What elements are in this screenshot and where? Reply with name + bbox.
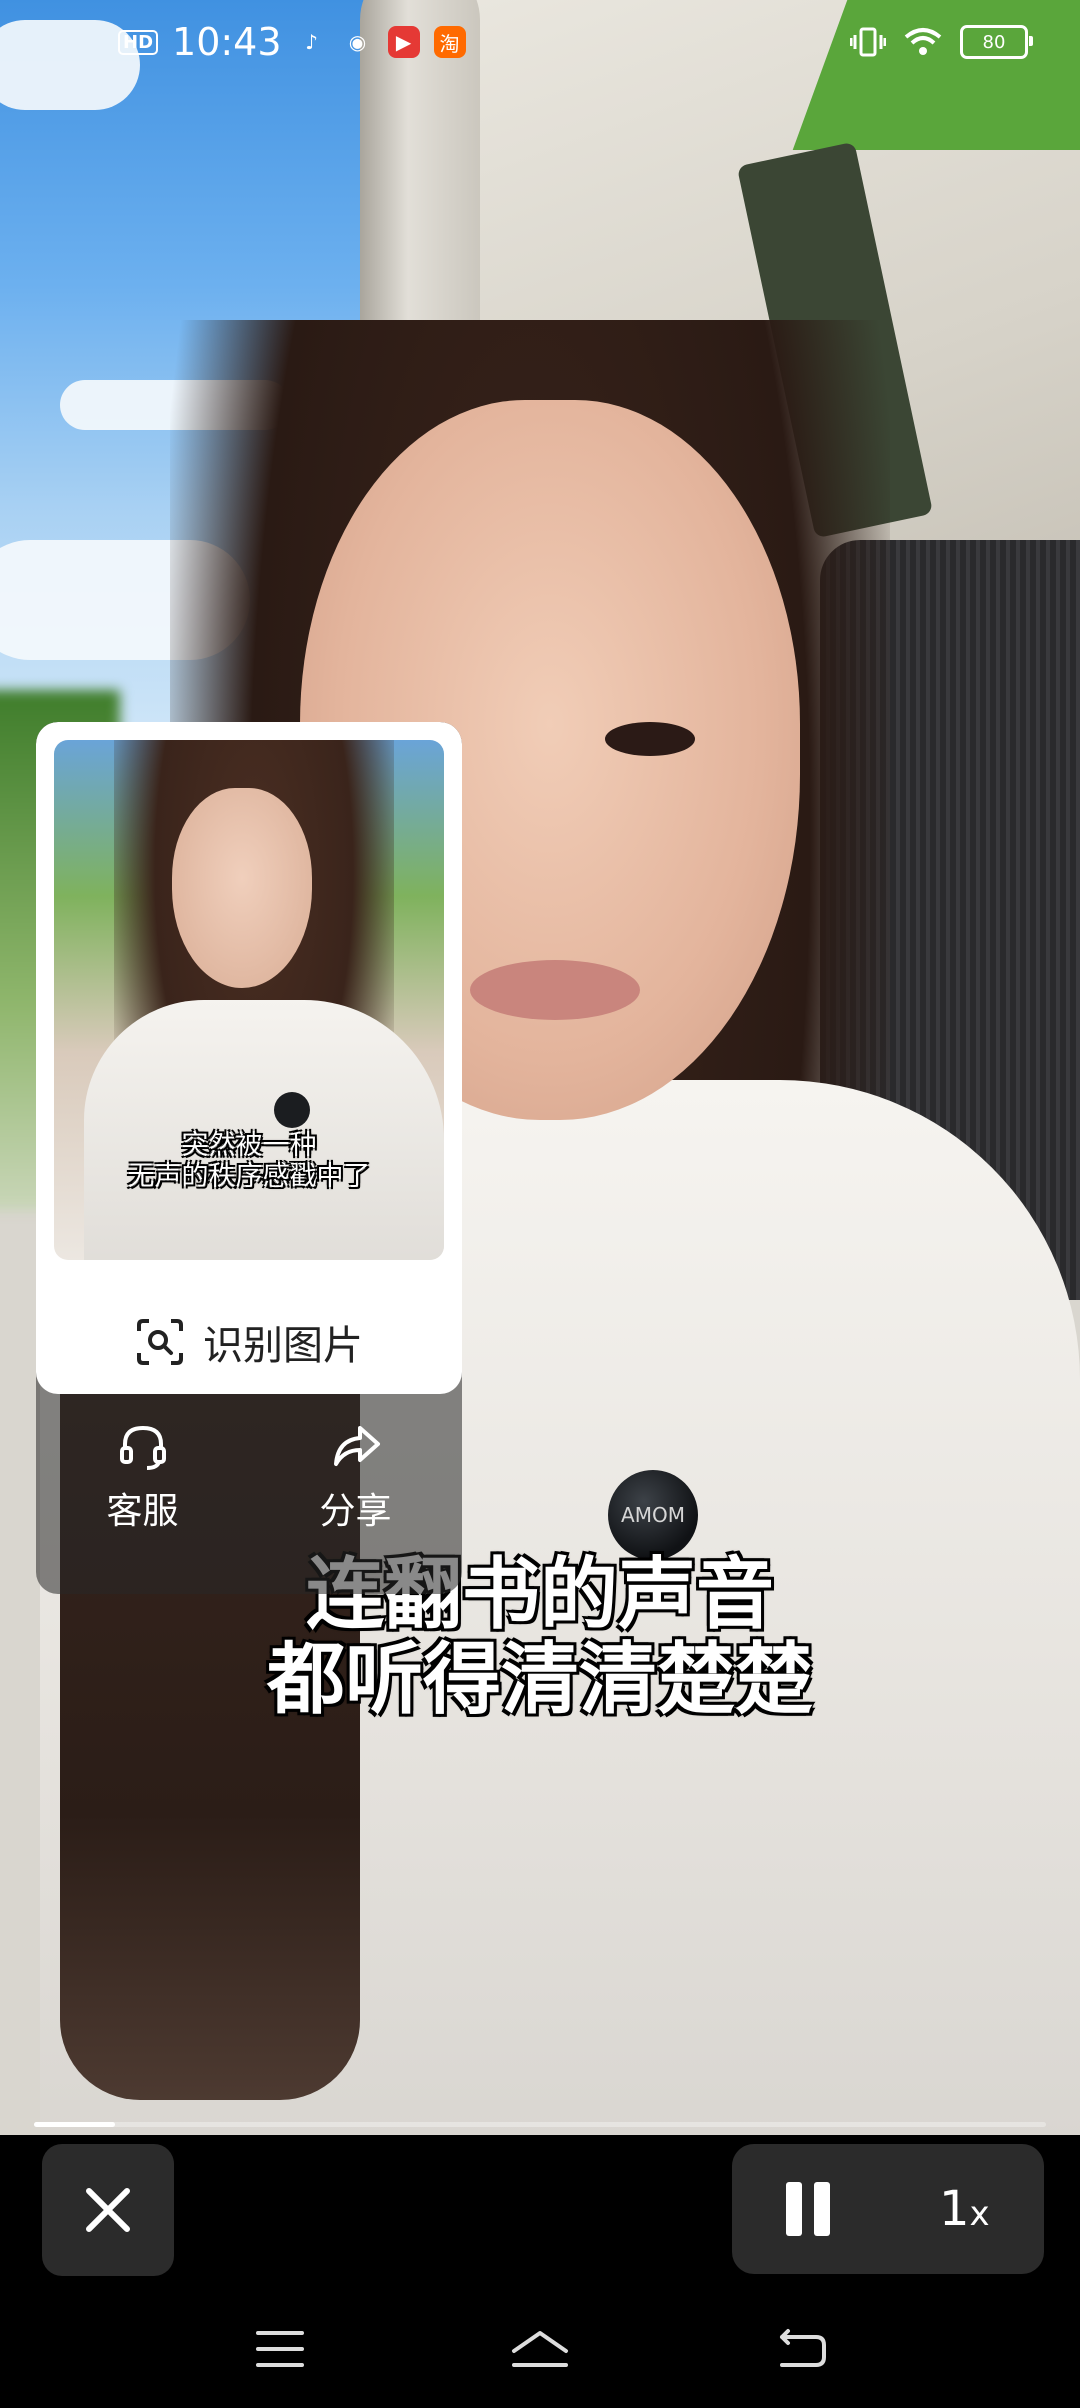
status-bar: HD 10:43 ♪ ◉ ▶ 淘 80	[0, 0, 1080, 84]
lips	[470, 960, 640, 1020]
hd-badge: HD	[118, 29, 159, 55]
weibo-icon: ◉	[348, 30, 367, 54]
tiktok-icon: ♪	[305, 30, 318, 54]
video-app-icon: ▶	[387, 26, 420, 58]
close-button[interactable]	[42, 2144, 174, 2276]
taobao-icon: 淘	[433, 26, 466, 58]
speed-value: 1	[938, 2181, 970, 2237]
progress-track[interactable]	[34, 2122, 1046, 2127]
wifi-icon	[904, 28, 942, 55]
status-time: 10:43	[172, 20, 282, 64]
card-surface: 突然被一种 无声的秩序感戳中了 识别图片	[36, 722, 462, 1394]
share-label: 分享	[319, 1491, 392, 1532]
card-actions: 客服 分享	[36, 1420, 462, 1534]
eye	[605, 722, 695, 756]
menu-icon[interactable]	[248, 2321, 312, 2377]
microphone-pin: AMOM	[608, 1470, 698, 1560]
pin-label: AMOM	[621, 1503, 685, 1527]
headset-icon	[119, 1425, 166, 1470]
thumb-face	[172, 788, 312, 988]
thumb-pin	[274, 1092, 310, 1128]
thumbnail-caption: 突然被一种 无声的秩序感戳中了	[54, 1130, 444, 1192]
caption-line-2: 无声的秩序感戳中了	[127, 1161, 371, 1193]
subtitle-line-2: 都听得清清楚楚	[266, 1635, 813, 1725]
caption-line-1: 突然被一种	[181, 1130, 317, 1161]
scan-search-icon	[137, 1319, 183, 1365]
recognize-label: 识别图片	[203, 1323, 363, 1369]
customer-service-button[interactable]: 客服	[36, 1420, 249, 1534]
speed-unit: x	[969, 2194, 990, 2234]
progress-fill	[34, 2122, 115, 2127]
share-icon	[333, 1426, 380, 1466]
pause-bar	[814, 2182, 831, 2236]
system-nav-bar	[0, 2290, 1080, 2408]
customer-service-label: 客服	[106, 1491, 179, 1532]
playback-speed-button[interactable]: 1x	[939, 2181, 990, 2237]
vibrate-icon	[850, 27, 886, 57]
battery-indicator: 80	[960, 25, 1033, 59]
battery-level: 80	[982, 31, 1006, 53]
share-button[interactable]: 分享	[249, 1420, 462, 1534]
recognize-image-button[interactable]: 识别图片	[36, 1292, 462, 1392]
playback-controls: 1x	[732, 2144, 1044, 2274]
close-icon	[86, 2188, 130, 2232]
home-icon[interactable]	[508, 2321, 572, 2377]
floating-card: 突然被一种 无声的秩序感戳中了 识别图片 客服 分享	[36, 722, 462, 1594]
thumbnail-image[interactable]: 突然被一种 无声的秩序感戳中了	[54, 740, 444, 1260]
back-icon[interactable]	[768, 2321, 832, 2377]
pause-button[interactable]	[786, 2182, 831, 2236]
pause-bar	[786, 2182, 803, 2236]
